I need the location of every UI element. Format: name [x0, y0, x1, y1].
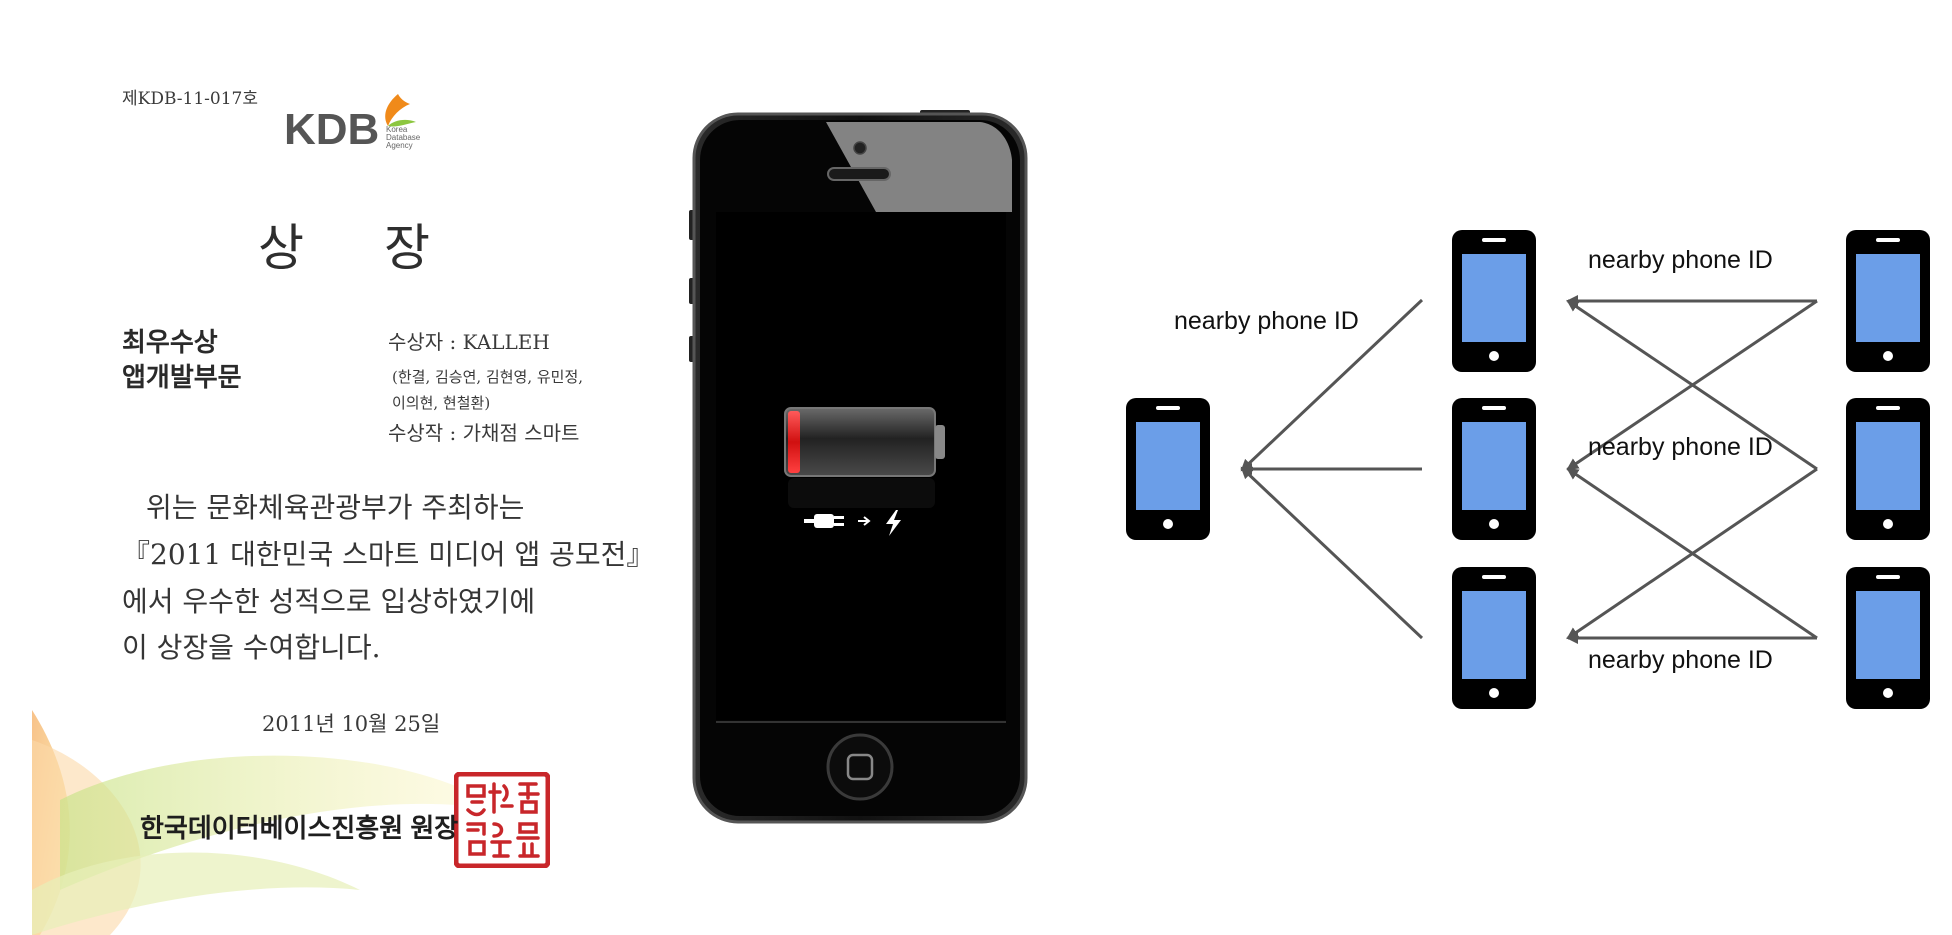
team-members-line-1: (한결, 김승연, 김현영, 유민정, — [392, 368, 584, 386]
team-members-line-2: 이의현, 현철환) — [392, 394, 491, 412]
certificate-body-line: 에서 우수한 성적으로 입상하였기에 — [122, 585, 536, 618]
phone-node-middle-top — [1452, 230, 1536, 372]
edge-label-bottom: nearby phone ID — [1588, 646, 1773, 674]
award-certificate: 제KDB-11-017호 KDB Korea Database Agency 상… — [0, 0, 654, 935]
svg-text:KDB: KDB — [284, 105, 379, 152]
phone-node-right-top — [1846, 230, 1930, 372]
phone-node-middle-center — [1452, 398, 1536, 540]
edge-label-middle: nearby phone ID — [1588, 433, 1773, 461]
recipient: 수상자 : KALLEH — [388, 330, 550, 354]
certificate-date: 2011년 10월 25일 — [262, 712, 441, 736]
certificate-body-line: 위는 문화체육관광부가 주최하는 — [146, 491, 525, 524]
award-name: 최우수상 — [122, 327, 218, 357]
phone-node-right-bottom — [1846, 567, 1930, 709]
home-button — [826, 733, 894, 801]
certificate-body-line: 이 상장을 수여합니다. — [122, 631, 381, 664]
smartphone-battery-screen — [689, 110, 1028, 824]
award-work: 수상작 : 가채점 스마트 — [388, 421, 580, 445]
svg-text:Agency: Agency — [386, 141, 413, 150]
edge-label-hub: nearby phone ID — [1174, 307, 1359, 335]
award-category: 앱개발부문 — [122, 362, 242, 392]
certificate-body-line: 『2011 대한민국 스마트 미디어 앱 공모전』 — [122, 538, 655, 571]
kdb-logo: KDB Korea Database Agency — [284, 94, 421, 152]
certificate-number: 제KDB-11-017호 — [122, 89, 258, 109]
edge-arrow — [1240, 466, 1424, 640]
certificate-title: 상장 — [258, 208, 430, 280]
issuer-name: 한국데이터베이스진흥원 원장 — [140, 813, 459, 843]
phone-node-hub — [1126, 398, 1210, 540]
title-part-2: 장 — [384, 219, 430, 277]
edge-label-top: nearby phone ID — [1588, 246, 1773, 274]
title-part-1: 상 — [258, 219, 304, 277]
phone-node-middle-bottom — [1452, 567, 1536, 709]
nearby-phone-id-diagram — [1126, 230, 1930, 709]
phone-node-right-center — [1846, 398, 1930, 540]
official-seal — [454, 772, 550, 868]
battery-empty-icon — [784, 407, 945, 508]
